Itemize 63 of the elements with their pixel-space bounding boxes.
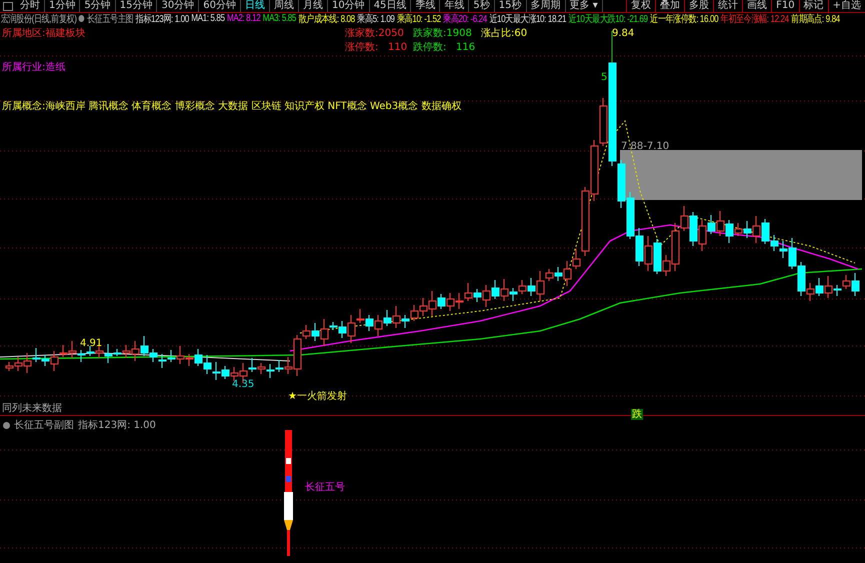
price-range-label: 7.88-7.10 bbox=[621, 141, 670, 152]
stock-title: 宏润股份(日线,前复权) bbox=[0, 12, 76, 26]
limit-label: 涨停数: bbox=[345, 42, 378, 53]
indicator-name: 长征五号副图 bbox=[14, 418, 74, 432]
period-tab[interactable]: 15秒 bbox=[494, 0, 527, 12]
period-tab[interactable]: 5秒 bbox=[469, 0, 495, 12]
signal-label: ★一火箭发射 bbox=[288, 391, 347, 402]
market-breadth-label: 跌家数:1908 bbox=[413, 28, 472, 39]
rocket-label: 长征五号 bbox=[305, 482, 345, 493]
region-label: 所属地区:福建板块 bbox=[2, 28, 86, 39]
toolbar-button[interactable]: +自选 bbox=[828, 0, 865, 12]
period-tab[interactable]: 多周期 bbox=[526, 0, 566, 12]
wave-count-label: 5 bbox=[601, 72, 608, 83]
indicator-readout: 年初至今涨幅: 12.24 bbox=[720, 12, 789, 26]
period-tab[interactable]: 更多 ▾ bbox=[566, 0, 603, 12]
future-data-note: 同列未来数据 bbox=[2, 403, 62, 414]
limit-value: 116 bbox=[456, 42, 476, 53]
indicator-readout: 前期高点: 9.84 bbox=[791, 12, 840, 26]
toolbar-button[interactable]: 画线 bbox=[742, 0, 772, 12]
indicator-readout: MA3: 5.85 bbox=[262, 13, 296, 24]
period-tab[interactable]: 周线 bbox=[270, 0, 299, 12]
period-tab[interactable]: 45日线 bbox=[370, 0, 412, 12]
limit-label: 跌停数: bbox=[413, 42, 446, 53]
peak-price-label: 9.84 bbox=[612, 28, 634, 39]
toolbar-button[interactable]: 复权 bbox=[626, 0, 656, 12]
indicator-readout: 指标123网: 1.00 bbox=[136, 12, 189, 26]
close-icon[interactable] bbox=[3, 422, 10, 428]
toolbar-button[interactable]: 多股 bbox=[684, 0, 714, 12]
close-icon[interactable] bbox=[78, 15, 85, 22]
indicator-readout: MA1: 5.85 bbox=[191, 13, 225, 24]
period-tab[interactable]: 15分钟 bbox=[116, 0, 158, 12]
market-breadth-label: 涨家数:2050 bbox=[345, 28, 404, 39]
industry-label: 所属行业:造纸 bbox=[2, 62, 66, 73]
period-tab[interactable]: 1分钟 bbox=[45, 0, 80, 12]
indicator-readout: 乘高10: -1.52 bbox=[396, 12, 441, 26]
period-tab[interactable]: 月线 bbox=[298, 0, 328, 12]
period-tab[interactable]: 10分钟 bbox=[328, 0, 370, 12]
period-tab[interactable]: 5分钟 bbox=[80, 0, 116, 12]
indicator-readout: 近10天最大涨10: 18.21 bbox=[489, 12, 566, 26]
period-tab[interactable]: 季线 bbox=[411, 0, 440, 12]
period-tab[interactable]: 30分钟 bbox=[157, 0, 200, 12]
indicator-readout: 近10天最大跌10: -21.69 bbox=[568, 12, 648, 26]
market-breadth-label: 涨占比:60 bbox=[481, 28, 528, 39]
period-tab[interactable]: 分时 bbox=[16, 0, 45, 12]
indicator-readout: 近一年涨停数: 16.00 bbox=[650, 12, 718, 26]
toolbar-button[interactable]: F10 bbox=[771, 0, 799, 12]
low-price-label: 4.35 bbox=[232, 379, 254, 390]
limit-value: 110 bbox=[388, 42, 408, 53]
menu-icon[interactable] bbox=[3, 2, 13, 10]
indicator-readout: 乘高20: -6.24 bbox=[443, 12, 487, 26]
indicator-readout: 乘高5: 1.09 bbox=[357, 12, 395, 26]
indicator-readout: MA2: 8.12 bbox=[227, 13, 260, 24]
period-tab[interactable]: 年线 bbox=[440, 0, 470, 12]
high-price-label: 4.91 bbox=[80, 338, 102, 349]
indicator-readout: 散户成本线: 8.08 bbox=[298, 12, 355, 26]
period-tab[interactable]: 60分钟 bbox=[199, 0, 241, 12]
indicator-name: 长征五号主图 bbox=[87, 12, 134, 26]
toolbar-button[interactable]: 标记 bbox=[798, 0, 828, 12]
toolbar-button[interactable]: 叠加 bbox=[655, 0, 684, 12]
period-tab[interactable]: 日线 bbox=[240, 0, 270, 12]
indicator-readout: 指标123网: 1.00 bbox=[78, 418, 156, 432]
concepts-label: 所属概念:海峡西岸 腾讯概念 体育概念 博彩概念 大数据 区块链 知识产权 NFT概念 Web3概念 数据确权 bbox=[2, 101, 462, 112]
fall-badge: 跌 bbox=[631, 409, 643, 420]
